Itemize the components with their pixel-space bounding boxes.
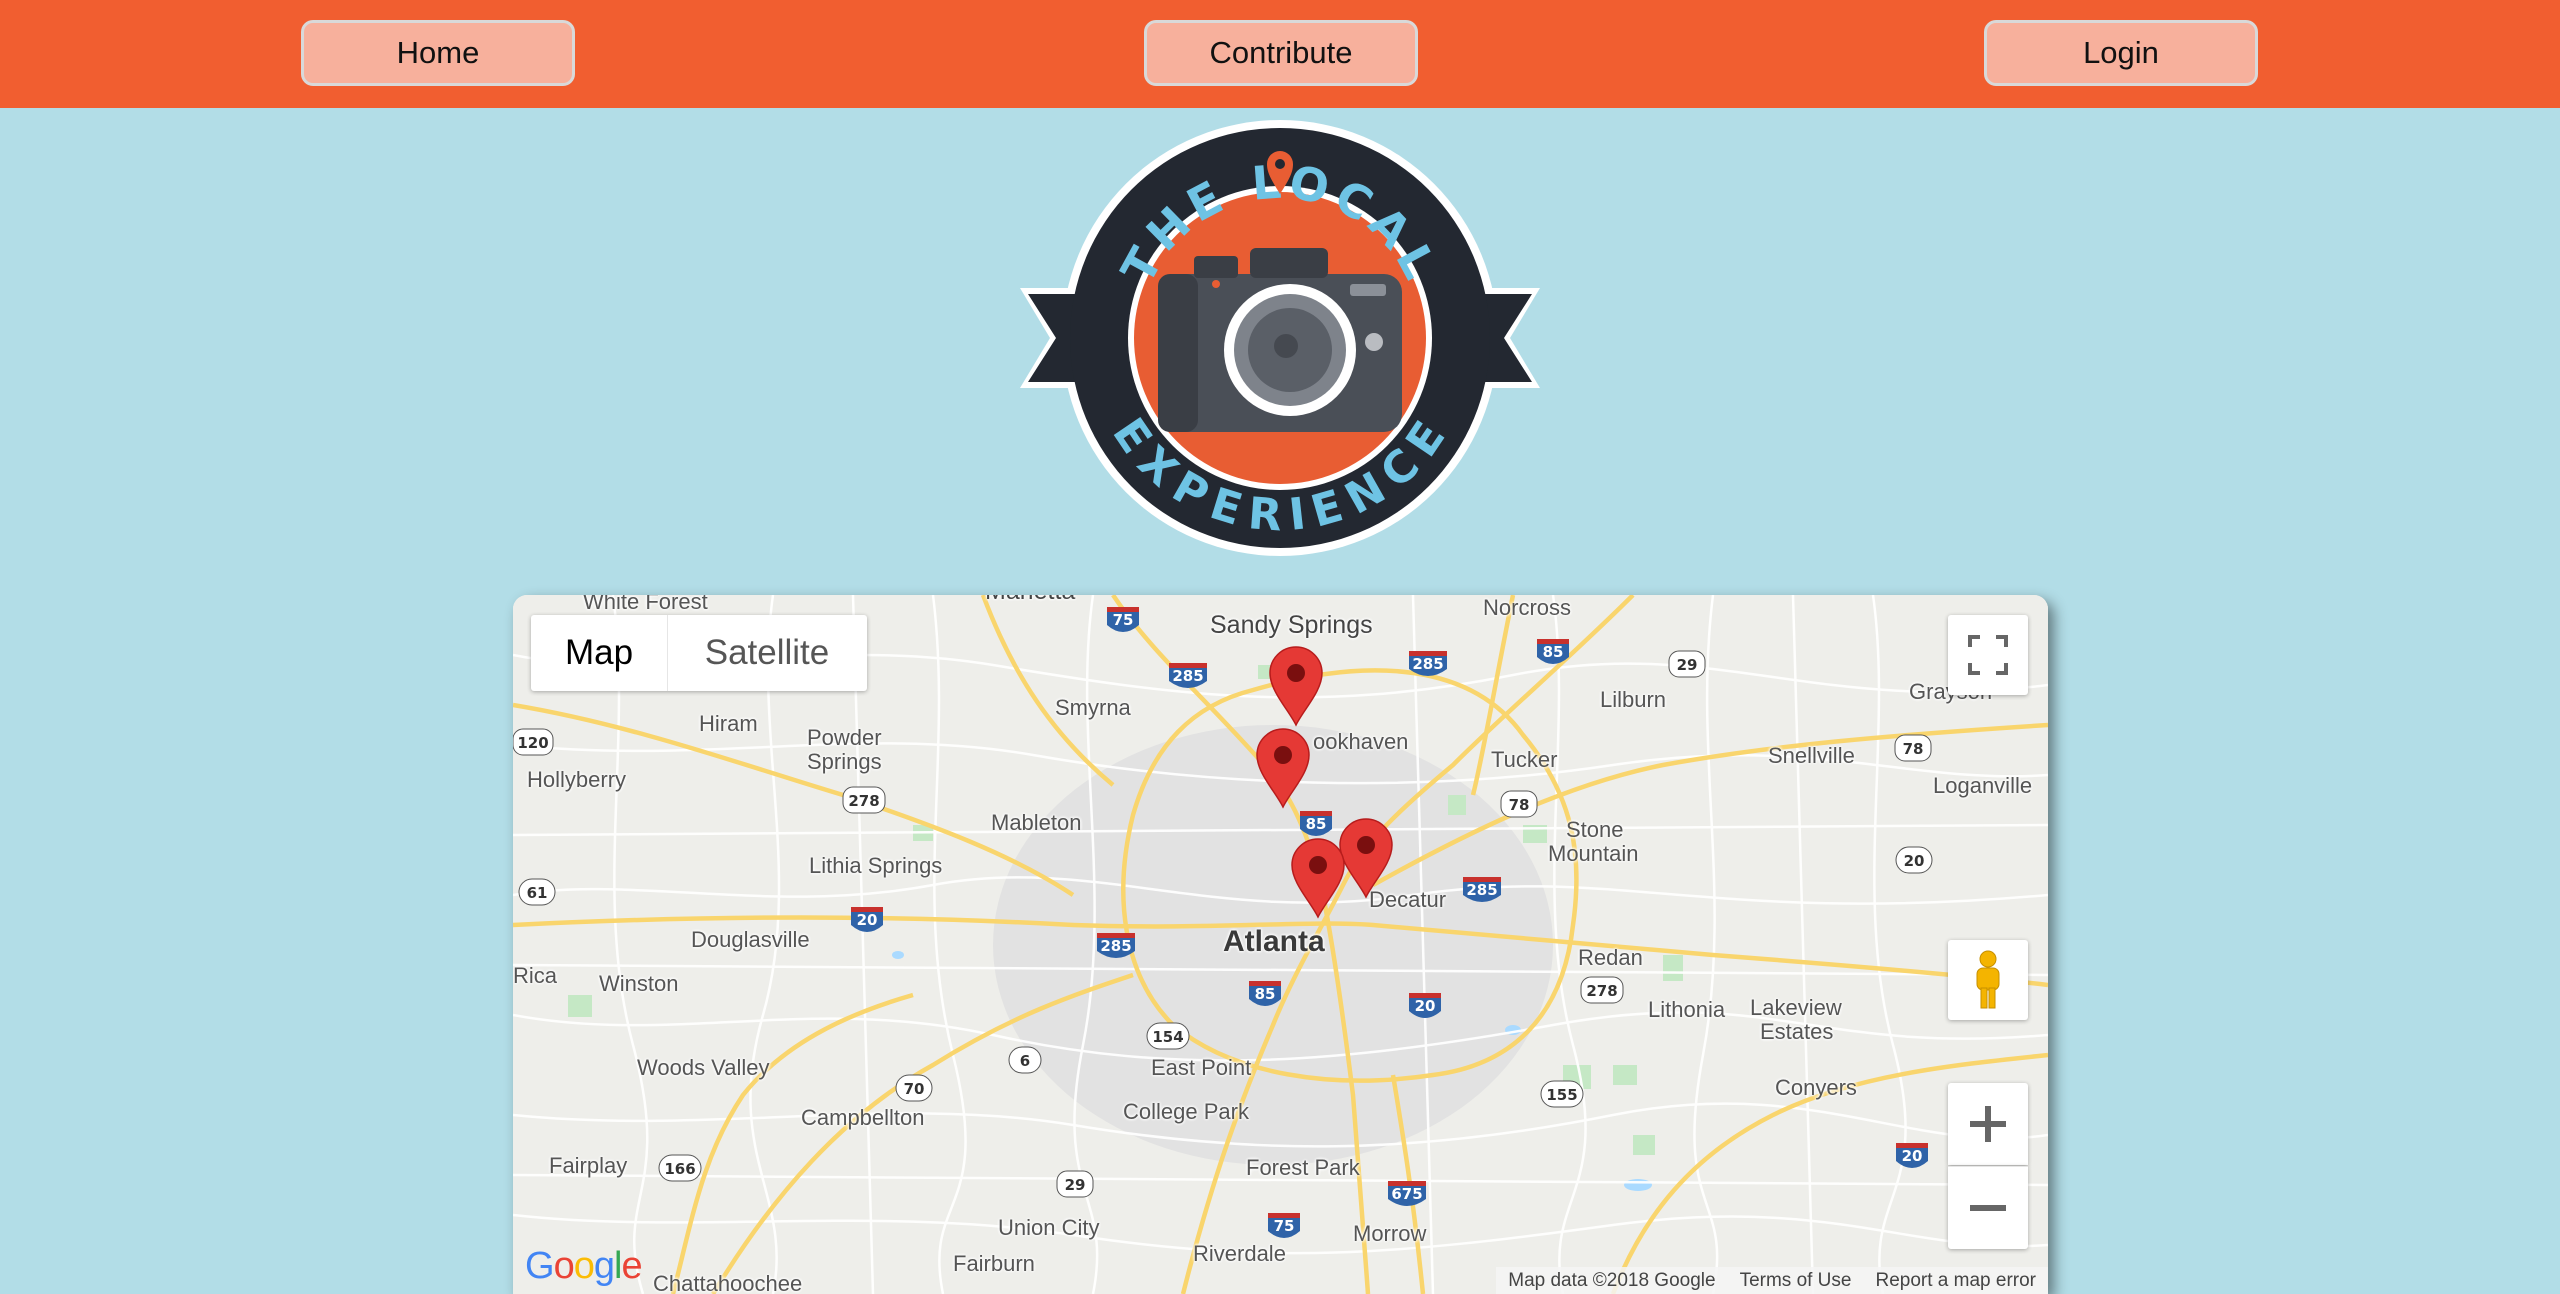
map-type-control: Map Satellite <box>531 615 867 691</box>
zoom-out-button[interactable] <box>1948 1166 2028 1249</box>
minus-icon <box>1970 1205 2006 1211</box>
camera-icon <box>1158 248 1402 432</box>
top-navbar: Home Contribute Login <box>0 0 2560 108</box>
map-marker[interactable] <box>1339 818 1393 898</box>
fullscreen-button[interactable] <box>1948 615 2028 695</box>
contribute-button[interactable]: Contribute <box>1144 20 1418 86</box>
plus-icon <box>1970 1106 2006 1142</box>
pegman-icon <box>1976 950 2000 1009</box>
map-marker[interactable] <box>1269 646 1323 726</box>
fullscreen-icon <box>1968 635 2008 675</box>
map-marker[interactable] <box>1291 838 1345 918</box>
the-local-experience-logo: THE LOCAL EXPERIENCE <box>1020 120 1540 556</box>
map-attribution: Map data ©2018 Google Terms of Use Repor… <box>1496 1267 2048 1294</box>
google-logo: Google <box>525 1245 643 1287</box>
google-map[interactable]: White Forest Marietta Sandy Springs Norc… <box>513 595 2048 1294</box>
report-map-error-link[interactable]: Report a map error <box>1875 1270 2036 1292</box>
map-data-credit: Map data ©2018 Google <box>1508 1269 1716 1291</box>
marker-layer <box>1256 646 1393 918</box>
home-button[interactable]: Home <box>301 20 575 86</box>
map-type-map-button[interactable]: Map <box>531 615 668 691</box>
terms-of-use-link[interactable]: Terms of Use <box>1740 1270 1852 1292</box>
map-type-satellite-button[interactable]: Satellite <box>668 615 866 691</box>
map-marker[interactable] <box>1256 728 1310 808</box>
street-view-pegman-button[interactable] <box>1948 940 2028 1020</box>
login-button[interactable]: Login <box>1984 20 2258 86</box>
zoom-in-button[interactable] <box>1948 1083 2028 1165</box>
